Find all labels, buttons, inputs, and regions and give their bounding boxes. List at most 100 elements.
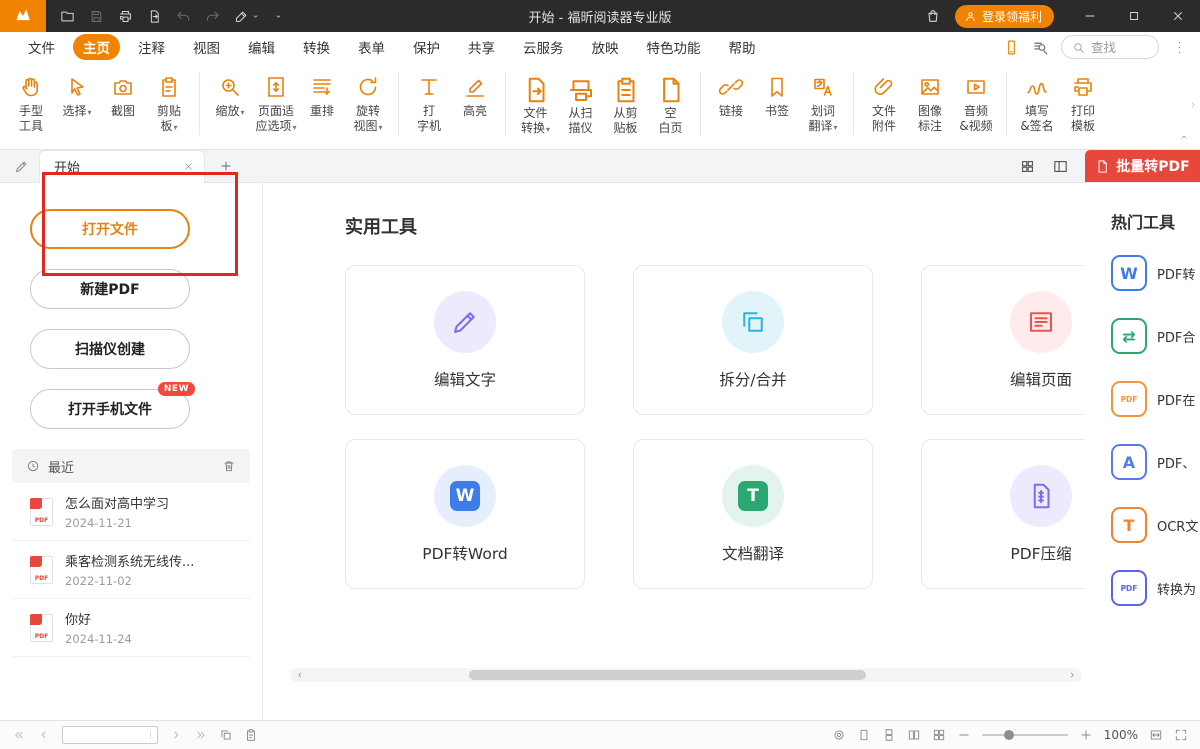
zoom-in-icon[interactable] [1079,728,1093,742]
doc-translate-card[interactable]: T文档翻译 [633,439,873,589]
snapshot-tool[interactable]: 截图 [100,68,146,119]
blank-page-tool[interactable]: 空白页 [648,68,693,136]
loupe-icon[interactable] [832,728,846,742]
horizontal-scrollbar[interactable] [290,668,1082,682]
image-annotation-tool[interactable]: 图像标注 [907,68,953,134]
facing-view-icon[interactable] [907,728,921,742]
clear-recent-trash-icon[interactable] [222,459,236,473]
advanced-search-icon[interactable] [1032,39,1049,56]
recent-file-item[interactable]: PDF你好2024-11-24 [12,599,250,657]
print-icon[interactable] [118,9,133,24]
scrollbar-thumb[interactable] [469,670,867,680]
typewriter-tool[interactable]: 打字机 [406,68,452,134]
continuous-view-icon[interactable] [882,728,896,742]
scrollbar-track[interactable] [311,670,1061,680]
pdf-compress-card[interactable]: PDF压缩 [921,439,1085,589]
menu-item-共享[interactable]: 共享 [458,34,505,60]
open-file-icon[interactable] [60,9,75,24]
rotate-view-tool[interactable]: 旋转视图▾ [345,68,391,135]
highlight-tool[interactable]: 高亮 [452,68,498,119]
menu-item-注释[interactable]: 注释 [128,34,175,60]
zoom-slider-thumb[interactable] [1004,730,1014,740]
recent-file-item[interactable]: PDF怎么面对高中学习2024-11-21 [12,483,250,541]
pdf-to-word-hot-item[interactable]: WPDF转 [1111,255,1200,291]
tab-grid-view-icon[interactable] [1019,158,1036,175]
fullscreen-icon[interactable] [1174,728,1188,742]
app-logo-button[interactable] [0,0,46,32]
menu-item-表单[interactable]: 表单 [348,34,395,60]
facing-continuous-view-icon[interactable] [932,728,946,742]
pdf-edit-hot-item[interactable]: APDF、 [1111,444,1200,480]
scroll-left-icon[interactable] [295,670,305,680]
hand-tool[interactable]: 手型工具 [8,68,54,134]
close-button[interactable] [1156,0,1200,32]
scanner-create-button[interactable]: 扫描仪创建 [30,329,190,369]
maximize-button[interactable] [1112,0,1156,32]
prev-page-icon[interactable] [37,728,51,742]
next-page-icon[interactable] [169,728,183,742]
new-tab-button[interactable] [219,159,233,173]
batch-to-pdf-button[interactable]: 批量转PDF [1085,150,1200,182]
menu-item-home-active[interactable]: 主页 [73,34,120,60]
convert-to-pdf-hot-item[interactable]: PDF转换为 [1111,570,1200,606]
pdf-to-word-card[interactable]: WPDF转Word [345,439,585,589]
menu-item-转换[interactable]: 转换 [293,34,340,60]
mobile-reading-icon[interactable] [1003,39,1020,56]
save-icon[interactable] [89,9,104,24]
clipboard-status-icon[interactable] [244,728,258,742]
zoom-slider[interactable] [982,734,1068,736]
tab-close-icon[interactable] [183,161,194,172]
format-brush-button[interactable] [234,9,260,24]
menu-item-编辑[interactable]: 编辑 [238,34,285,60]
open-mobile-file-button[interactable]: 打开手机文件NEW [30,389,190,429]
ribbon-collapse-icon[interactable] [1178,131,1190,143]
menu-item-视图[interactable]: 视图 [183,34,230,60]
convert-files-tool[interactable]: 文件转换▾ [513,68,558,137]
split-merge-card[interactable]: 拆分/合并 [633,265,873,415]
tab-list-view-icon[interactable] [1052,158,1069,175]
search-box[interactable] [1061,35,1159,59]
menu-item-放映[interactable]: 放映 [582,34,629,60]
customize-toolbar-icon[interactable] [274,12,283,21]
page-number-input[interactable] [62,726,158,744]
menu-item-特色功能[interactable]: 特色功能 [637,34,711,60]
search-input[interactable] [1091,40,1147,55]
audio-video-tool[interactable]: 音频&视频 [953,68,999,134]
zoom-out-icon[interactable] [957,728,971,742]
select-tool[interactable]: 选择▾ [54,68,100,120]
first-page-icon[interactable] [12,728,26,742]
ocr-text-hot-item[interactable]: TOCR文 [1111,507,1200,543]
store-icon[interactable] [925,8,941,24]
menu-item-帮助[interactable]: 帮助 [719,34,766,60]
login-button[interactable]: 登录领福利 [955,5,1054,28]
menu-item-保护[interactable]: 保护 [403,34,450,60]
pdf-online-hot-item[interactable]: PDFPDF在 [1111,381,1200,417]
more-menu-icon[interactable] [1171,39,1188,56]
pdf-merge-hot-item[interactable]: ⇄PDF合 [1111,318,1200,354]
reflow-tool[interactable]: 重排 [299,68,345,119]
from-clipboard-tool[interactable]: 从剪贴板 [603,68,648,136]
edit-tabs-icon[interactable] [14,159,29,174]
menu-item-云服务[interactable]: 云服务 [513,34,574,60]
link-tool[interactable]: 链接 [708,68,754,119]
redo-icon[interactable] [205,9,220,24]
menu-item-文件[interactable]: 文件 [18,34,65,60]
recent-file-item[interactable]: PDF乘客检测系统无线传...2022-11-02 [12,541,250,599]
new-pdf-button[interactable]: 新建PDF [30,269,190,309]
zoom-tool[interactable]: 缩放▾ [207,68,253,120]
zoom-level[interactable]: 100% [1104,728,1138,742]
open-file-button[interactable]: 打开文件 [30,209,190,249]
print-template-tool[interactable]: 打印模板 [1060,68,1106,134]
tab-start[interactable]: 开始 [39,150,205,183]
fill-sign-tool[interactable]: 填写&签名 [1014,68,1060,134]
minimize-button[interactable] [1068,0,1112,32]
file-attachment-tool[interactable]: 文件附件 [861,68,907,134]
edit-pages-card[interactable]: 编辑页面 [921,265,1085,415]
clipboard-tool[interactable]: 剪贴板▾ [146,68,192,135]
from-scanner-tool[interactable]: 从扫描仪 [558,68,603,136]
fit-width-icon[interactable] [1149,728,1163,742]
fit-page-tool[interactable]: 页面适应选项▾ [253,68,299,135]
undo-icon[interactable] [176,9,191,24]
translate-tool[interactable]: 划词翻译▾ [800,68,846,135]
bookmark-tool[interactable]: 书签 [754,68,800,119]
